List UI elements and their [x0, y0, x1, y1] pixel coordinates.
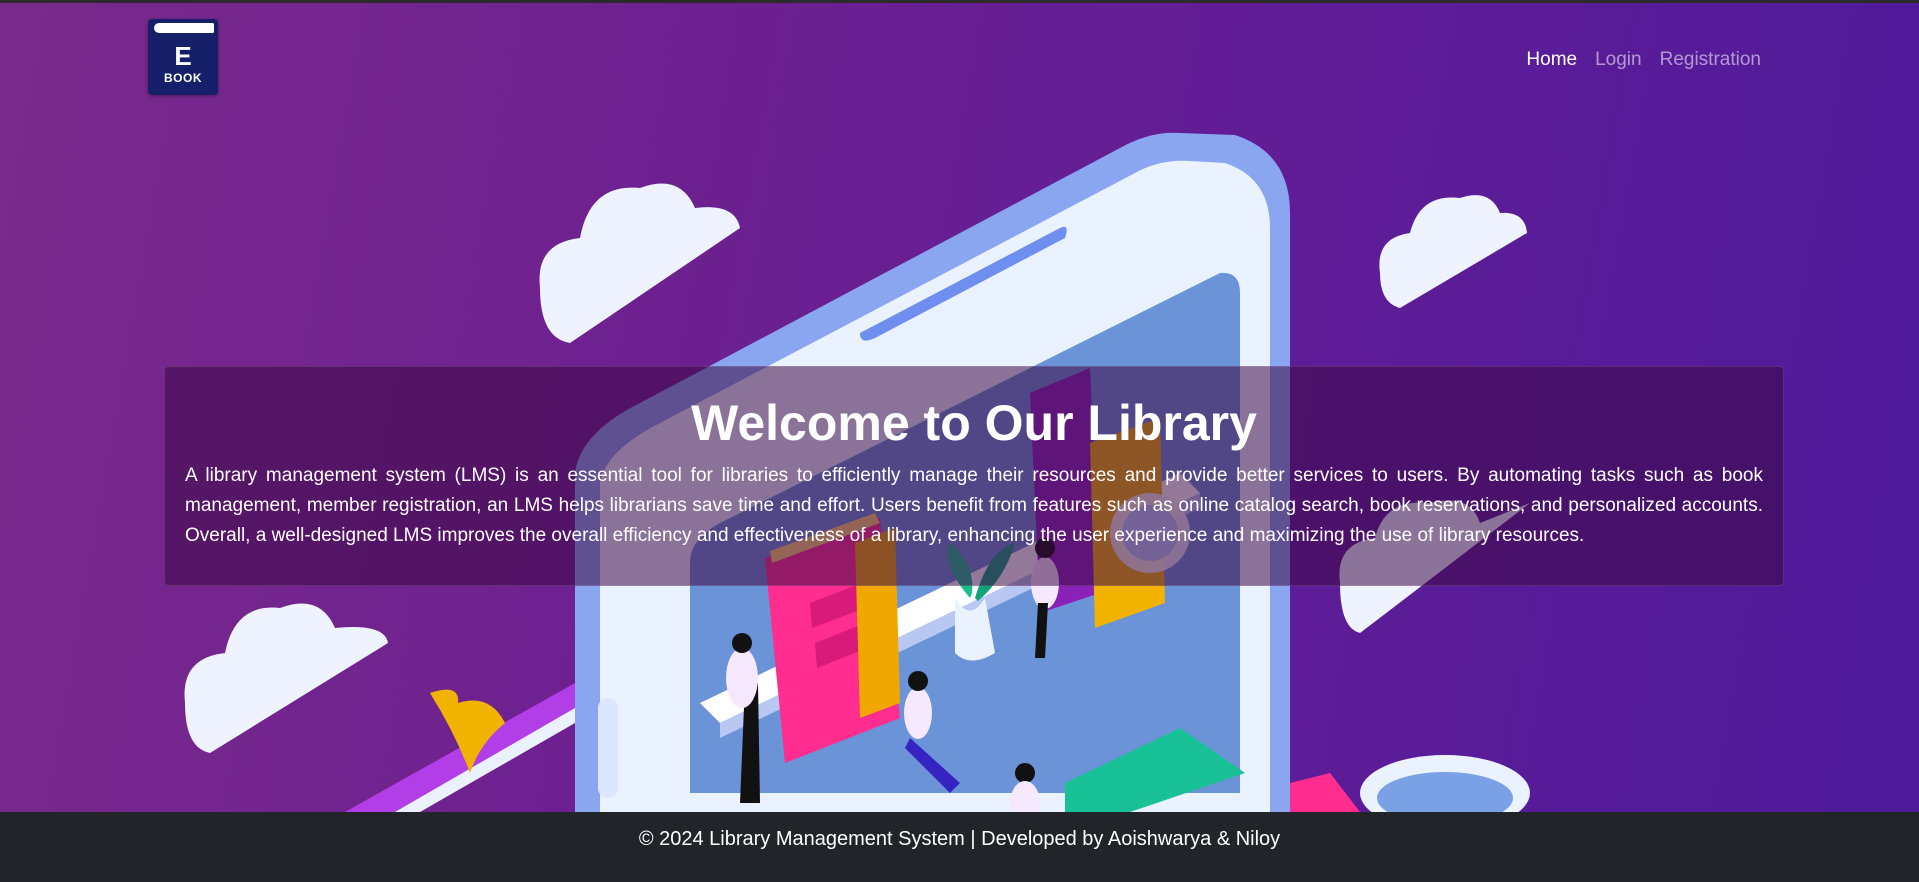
book-spine-icon [154, 23, 214, 33]
welcome-panel: Welcome to Our Library A library managem… [164, 366, 1784, 586]
main-nav: Home Login Registration [1526, 49, 1761, 71]
book-logo[interactable]: E BOOK [148, 19, 218, 95]
nav-login-link[interactable]: Login [1595, 49, 1642, 71]
footer-copyright: © 2024 Library Management System | Devel… [638, 828, 1281, 850]
hero-section: E BOOK Home Login Registration Welcome t… [0, 3, 1919, 812]
logo-word: BOOK [164, 71, 202, 85]
welcome-description: A library management system (LMS) is an … [185, 465, 1763, 546]
logo-letter: E [174, 41, 192, 71]
welcome-title: Welcome to Our Library [691, 395, 1257, 451]
nav-registration-link[interactable]: Registration [1660, 49, 1761, 71]
nav-home-link[interactable]: Home [1526, 49, 1577, 71]
page-footer: © 2024 Library Management System | Devel… [0, 812, 1919, 882]
